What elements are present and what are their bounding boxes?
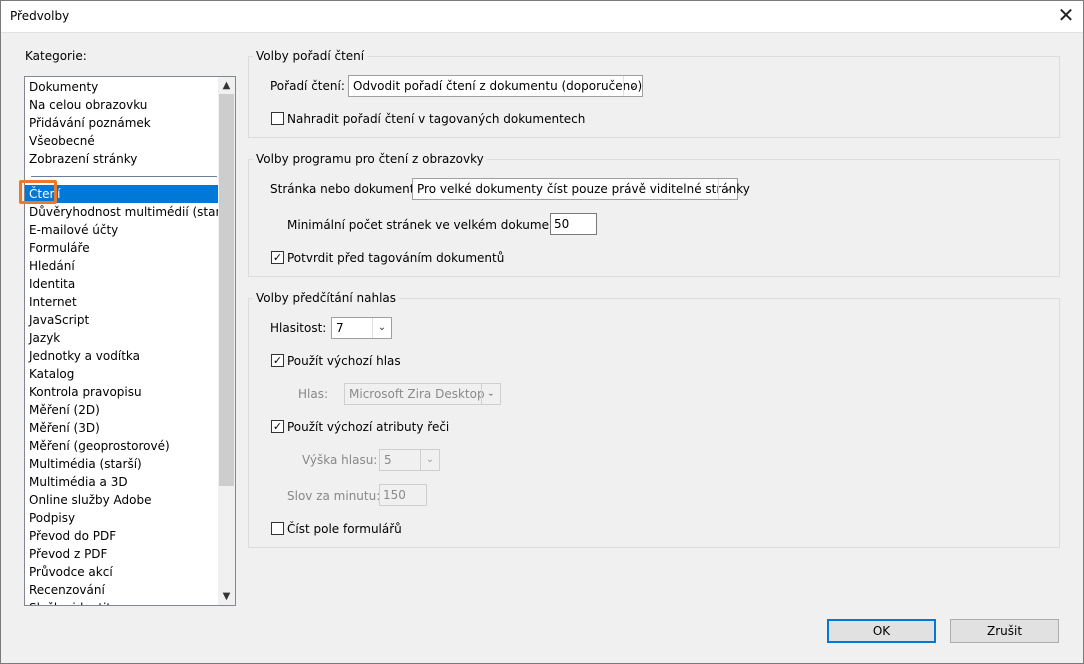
category-item[interactable]: Důvěryhodnost multimédií (starší): [29, 203, 235, 221]
screen-reader-group-title: Volby programu pro čtení z obrazovky: [253, 152, 487, 166]
category-item[interactable]: Služby identit: [29, 599, 111, 605]
page-or-document-value: Pro velké dokumenty číst pouze právě vid…: [417, 182, 750, 196]
selected-category-outline: [19, 180, 57, 204]
reading-order-select[interactable]: Odvodit pořadí čtení z dokumentu (doporu…: [348, 75, 643, 97]
category-item[interactable]: Všeobecné: [29, 132, 95, 150]
volume-label: Hlasitost:: [270, 321, 327, 335]
categories-scrollbar[interactable]: ▲ ▼: [218, 77, 235, 605]
category-item[interactable]: Měření (3D): [29, 419, 100, 437]
category-separator: [31, 176, 217, 177]
chevron-down-icon: ⌄: [372, 318, 391, 338]
category-item[interactable]: Internet: [29, 293, 77, 311]
scroll-down-icon[interactable]: ▼: [218, 588, 235, 605]
words-per-minute-input[interactable]: 150: [379, 484, 427, 506]
category-item[interactable]: Katalog: [29, 365, 74, 383]
voice-value: Microsoft Zira Desktop -: [349, 387, 493, 401]
category-item[interactable]: Jazyk: [29, 329, 60, 347]
voice-label: Hlas:: [298, 387, 329, 401]
read-form-fields-checkbox[interactable]: [271, 522, 284, 535]
words-per-minute-label: Slov za minutu:: [287, 489, 381, 503]
window-title: Předvolby: [10, 9, 70, 23]
reading-order-label: Pořadí čtení:: [270, 79, 345, 93]
title-bar: [0, 0, 1084, 33]
read-out-loud-group-title: Volby předčítání nahlas: [253, 291, 400, 305]
min-pages-label: Minimální počet stránek ve velkém dokume…: [287, 218, 573, 232]
categories-label: Kategorie:: [25, 49, 87, 63]
default-attributes-checkbox[interactable]: ✓: [271, 420, 284, 433]
chevron-down-icon: ⌄: [623, 76, 642, 96]
page-or-document-select[interactable]: Pro velké dokumenty číst pouze právě vid…: [412, 178, 750, 200]
confirm-tagging-checkbox[interactable]: ✓: [271, 251, 284, 264]
cancel-button[interactable]: Zrušit: [950, 619, 1059, 643]
category-item[interactable]: Přidávání poznámek: [29, 114, 151, 132]
category-item[interactable]: Jednotky a vodítka: [29, 347, 140, 365]
category-item[interactable]: Převod z PDF: [29, 545, 107, 563]
category-item[interactable]: Měření (geoprostorové): [29, 437, 170, 455]
pitch-value: 5: [384, 453, 392, 467]
default-attributes-label: Použít výchozí atributy řeči: [287, 420, 450, 434]
chevron-down-icon: ⌄: [718, 179, 737, 199]
category-item[interactable]: Průvodce akcí: [29, 563, 113, 581]
category-item[interactable]: E-mailové účty: [29, 221, 118, 239]
categories-list[interactable]: Dokumenty Na celou obrazovku Přidávání poz…: [24, 76, 236, 606]
category-item[interactable]: Multimédia a 3D: [29, 473, 128, 491]
category-item[interactable]: Identita: [29, 275, 75, 293]
chevron-down-icon: ⌄: [420, 450, 439, 470]
override-reading-order-label: Nahradit pořadí čtení v tagovaných dokum…: [287, 112, 586, 126]
category-item[interactable]: Online služby Adobe: [29, 491, 152, 509]
scroll-thumb[interactable]: [219, 94, 234, 486]
chevron-down-icon: ⌄: [481, 384, 500, 404]
category-item[interactable]: Formuláře: [29, 239, 90, 257]
scroll-up-icon[interactable]: ▲: [218, 77, 235, 94]
category-item[interactable]: Na celou obrazovku: [29, 96, 147, 114]
default-voice-checkbox[interactable]: ✓: [271, 354, 284, 367]
category-item[interactable]: Hledání: [29, 257, 75, 275]
min-pages-input[interactable]: 50: [550, 213, 597, 235]
voice-select[interactable]: Microsoft Zira Desktop - ⌄: [344, 383, 501, 405]
category-item[interactable]: JavaScript: [29, 311, 89, 329]
category-item[interactable]: Multimédia (starší): [29, 455, 142, 473]
default-voice-label: Použít výchozí hlas: [287, 354, 401, 368]
override-reading-order-checkbox[interactable]: [271, 112, 284, 125]
pitch-select[interactable]: 5 ⌄: [379, 449, 440, 471]
volume-select[interactable]: 7 ⌄: [331, 317, 392, 339]
ok-button[interactable]: OK: [827, 619, 936, 643]
category-item[interactable]: Převod do PDF: [29, 527, 116, 545]
volume-value: 7: [336, 321, 344, 335]
category-item[interactable]: Recenzování: [29, 581, 105, 599]
page-or-document-label: Stránka nebo dokument:: [270, 182, 419, 196]
confirm-tagging-label: Potvrdit před tagováním dokumentů: [287, 251, 505, 265]
category-item[interactable]: Měření (2D): [29, 401, 100, 419]
reading-order-group-title: Volby pořadí čtení: [253, 49, 368, 63]
close-icon[interactable]: ✕: [1054, 4, 1078, 28]
category-item[interactable]: Kontrola pravopisu: [29, 383, 142, 401]
category-item[interactable]: Dokumenty: [29, 78, 98, 96]
read-form-fields-label: Číst pole formulářů: [287, 522, 402, 536]
reading-order-value: Odvodit pořadí čtení z dokumentu (doporu…: [353, 79, 643, 93]
category-item[interactable]: Podpisy: [29, 509, 75, 527]
category-item[interactable]: Zobrazení stránky: [29, 150, 137, 168]
pitch-label: Výška hlasu:: [302, 453, 378, 467]
